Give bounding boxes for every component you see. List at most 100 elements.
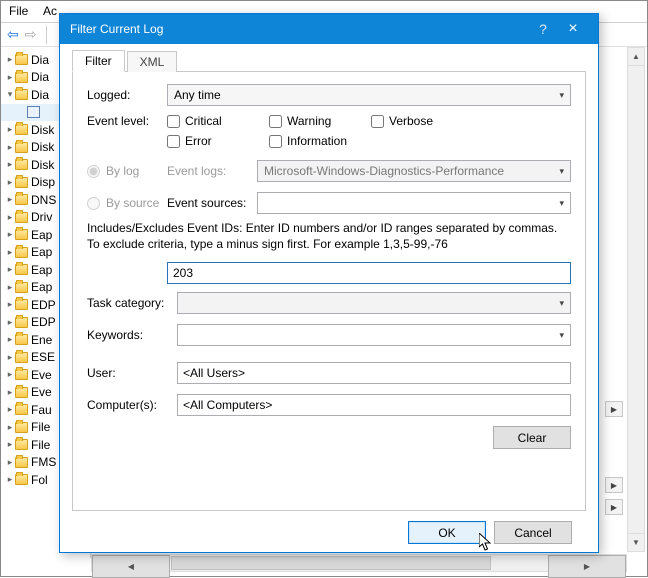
caret-icon: ▸ (5, 352, 15, 363)
help-icon[interactable]: ? (528, 21, 558, 37)
ok-button[interactable]: OK (408, 521, 486, 544)
caret-icon: ▾ (5, 89, 15, 100)
folder-icon (15, 439, 28, 450)
caret-icon: ▸ (5, 474, 15, 485)
folder-icon (15, 299, 28, 310)
event-logs-value: Microsoft-Windows-Diagnostics-Performanc… (264, 164, 504, 178)
caret-icon: ▸ (5, 299, 15, 310)
folder-icon (15, 159, 28, 170)
folder-icon (15, 177, 28, 188)
folder-icon (15, 247, 28, 258)
folder-icon (15, 317, 28, 328)
task-category-combo[interactable]: ▾ (177, 292, 571, 314)
right-panel-nav[interactable]: ▶ (605, 401, 623, 417)
event-level-label: Event level: (87, 114, 167, 128)
radio-by-log[interactable]: By log (87, 164, 167, 178)
event-sources-label: Event sources: (167, 196, 257, 210)
logged-combo[interactable]: Any time ▾ (167, 84, 571, 106)
checkbox-error[interactable]: Error (167, 134, 237, 148)
caret-icon: ▸ (5, 159, 15, 170)
filter-log-dialog: Filter Current Log ? × Filter XML Logged… (59, 13, 599, 553)
computers-label: Computer(s): (87, 398, 177, 412)
folder-icon (15, 229, 28, 240)
tree-item-label: Disk (31, 140, 54, 154)
tree-item-label: Eve (31, 368, 52, 382)
event-logs-label: Event logs: (167, 164, 257, 178)
user-input[interactable] (177, 362, 571, 384)
scroll-up-icon[interactable]: ▲ (628, 48, 644, 66)
nav-back-icon[interactable]: ⇦ (7, 26, 19, 43)
tree-item-label: EDP (31, 298, 56, 312)
right-panel-nav-3[interactable]: ▶ (605, 499, 623, 515)
folder-icon (15, 194, 28, 205)
tab-xml[interactable]: XML (127, 51, 178, 72)
caret-icon: ▸ (5, 124, 15, 135)
event-sources-combo[interactable]: ▾ (257, 192, 571, 214)
menu-file[interactable]: File (9, 4, 28, 18)
logged-label: Logged: (87, 88, 167, 102)
scroll-left-icon[interactable]: ◀ (92, 555, 170, 578)
caret-icon: ▸ (5, 369, 15, 380)
chevron-down-icon: ▾ (559, 166, 564, 177)
folder-icon (15, 474, 28, 485)
checkbox-warning[interactable]: Warning (269, 114, 339, 128)
log-file-icon (27, 106, 40, 118)
tree-item-label: File (31, 438, 50, 452)
checkbox-information[interactable]: Information (269, 134, 347, 148)
folder-icon (15, 422, 28, 433)
caret-icon: ▸ (5, 404, 15, 415)
tree-item-label: Disp (31, 175, 55, 189)
nav-forward-icon[interactable]: ⇨ (25, 26, 37, 43)
tree-item-label: Eap (31, 280, 52, 294)
caret-icon: ▸ (5, 264, 15, 275)
event-id-input[interactable] (167, 262, 571, 284)
folder-icon (15, 72, 28, 83)
folder-icon (15, 387, 28, 398)
caret-icon: ▸ (5, 229, 15, 240)
checkbox-critical[interactable]: Critical (167, 114, 237, 128)
caret-icon: ▸ (5, 194, 15, 205)
caret-icon: ▸ (5, 54, 15, 65)
event-logs-combo[interactable]: Microsoft-Windows-Diagnostics-Performanc… (257, 160, 571, 182)
clear-button[interactable]: Clear (493, 426, 571, 449)
keywords-combo[interactable]: ▾ (177, 324, 571, 346)
cancel-button[interactable]: Cancel (494, 521, 572, 544)
bottom-scrollbar[interactable]: ◀ ▶ (91, 554, 627, 572)
tree-item-label: Disk (31, 158, 54, 172)
tree-item-label: Fau (31, 403, 52, 417)
close-icon[interactable]: × (558, 20, 588, 38)
tree-item-label: Eve (31, 385, 52, 399)
right-panel-nav-2[interactable]: ▶ (605, 477, 623, 493)
folder-icon (15, 282, 28, 293)
tree-item-label: Eap (31, 228, 52, 242)
folder-icon (15, 124, 28, 135)
folder-icon (15, 369, 28, 380)
right-scrollbar[interactable]: ▲ ▼ (627, 47, 645, 552)
tree-item-label: Eap (31, 263, 52, 277)
folder-icon (15, 142, 28, 153)
tree-item-label: Disk (31, 123, 54, 137)
folder-icon (15, 352, 28, 363)
tree-item-label: Eap (31, 245, 52, 259)
task-category-label: Task category: (87, 296, 177, 310)
caret-icon: ▸ (5, 334, 15, 345)
caret-icon: ▸ (5, 282, 15, 293)
caret-icon: ▸ (5, 177, 15, 188)
folder-icon (15, 457, 28, 468)
tree-item-label: File (31, 420, 50, 434)
tree-item-label: EDP (31, 315, 56, 329)
scroll-down-icon[interactable]: ▼ (628, 533, 644, 551)
chevron-down-icon: ▾ (559, 198, 564, 209)
computers-input[interactable] (177, 394, 571, 416)
scroll-thumb[interactable] (171, 556, 491, 570)
caret-icon: ▸ (5, 142, 15, 153)
checkbox-verbose[interactable]: Verbose (371, 114, 441, 128)
radio-by-source[interactable]: By source (87, 196, 167, 210)
scroll-right-icon[interactable]: ▶ (548, 555, 626, 578)
dialog-titlebar[interactable]: Filter Current Log ? × (60, 14, 598, 44)
caret-icon: ▸ (5, 247, 15, 258)
tab-filter[interactable]: Filter (72, 50, 125, 72)
tree-item-label: Driv (31, 210, 52, 224)
dialog-tabs: Filter XML (72, 50, 586, 72)
menu-action[interactable]: Ac (43, 4, 57, 18)
